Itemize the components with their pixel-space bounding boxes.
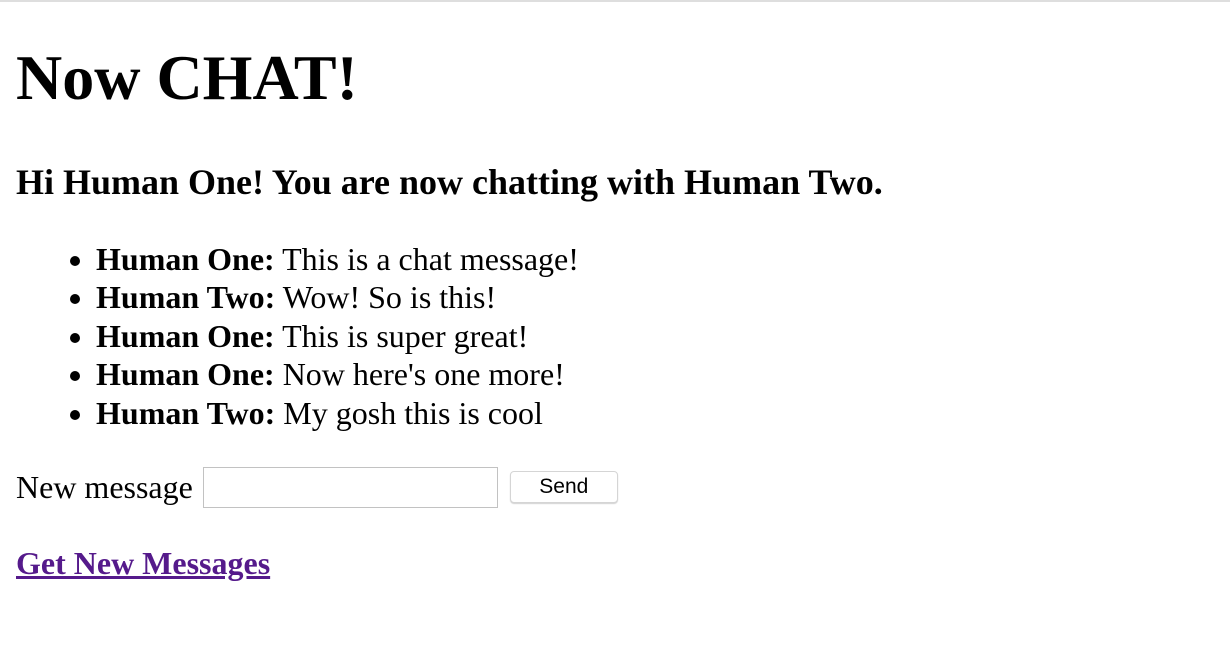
send-button[interactable]: Send [509, 471, 618, 503]
message-sender: Human Two: [96, 394, 276, 431]
message-text: Wow! So is this! [282, 279, 497, 316]
message-text: This is super great! [282, 317, 529, 354]
message-sender: Human One: [96, 317, 275, 354]
list-item: Human One: Now here's one more! [96, 355, 579, 393]
new-message-label: New message [16, 469, 193, 505]
message-list: Human One: This is a chat message! Human… [16, 240, 579, 432]
top-divider [0, 0, 1230, 2]
message-sender: Human Two: [96, 279, 276, 316]
message-sender: Human One: [96, 356, 275, 393]
chat-greeting: Hi Human One! You are now chatting with … [16, 162, 883, 202]
message-form: New message Send [16, 466, 618, 508]
message-sender: Human One: [96, 241, 275, 277]
refresh-container: Get New Messages [16, 542, 270, 584]
message-text: Now here's one more! [282, 356, 565, 393]
message-text: My gosh this is cool [283, 394, 543, 431]
list-item: Human One: This is super great! [96, 317, 579, 355]
page-title: Now CHAT! [16, 42, 358, 113]
list-item: Human One: This is a chat message! [96, 240, 579, 278]
message-text: This is a chat message! [282, 241, 579, 277]
list-item: Human Two: My gosh this is cool [96, 394, 579, 432]
get-new-messages-link[interactable]: Get New Messages [16, 545, 270, 581]
list-item: Human Two: Wow! So is this! [96, 278, 579, 316]
new-message-input[interactable] [202, 466, 498, 508]
